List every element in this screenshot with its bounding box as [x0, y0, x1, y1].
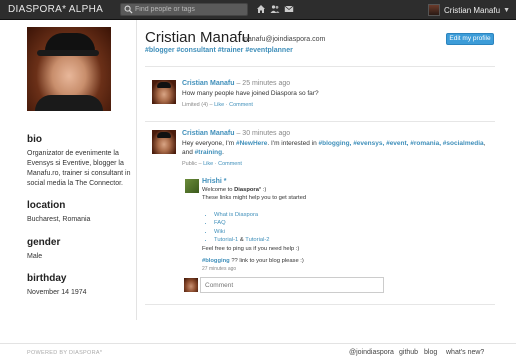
- author-link[interactable]: Cristian Manafu: [182, 80, 235, 87]
- post-text: How many people have joined Diaspora so …: [182, 90, 319, 97]
- list-item[interactable]: FAQ: [214, 219, 270, 227]
- search-icon: [124, 5, 133, 14]
- people-icon[interactable]: [270, 4, 280, 14]
- gender-heading: gender: [27, 237, 61, 248]
- post-author: Cristian Manafu – 25 minutes ago: [182, 80, 290, 87]
- footer: POWERED BY DIASPORA* @joindiaspora githu…: [0, 343, 516, 360]
- divider: [145, 121, 495, 122]
- comment-time[interactable]: 27 minutes ago: [202, 266, 236, 272]
- post-meta: Public – Like · Comment: [182, 161, 242, 167]
- comment-link[interactable]: Comment: [218, 161, 242, 167]
- divider: [145, 304, 495, 305]
- author-link[interactable]: Cristian Manafu: [182, 130, 235, 137]
- tag-link[interactable]: #blogging, #evensys, #event, #romania, #…: [319, 140, 484, 147]
- visibility-label[interactable]: Limited (4): [182, 102, 208, 108]
- tag-link[interactable]: #training: [195, 149, 222, 156]
- comment-blogging: #blogging ?? link to your blog please :): [202, 258, 304, 264]
- comment-text: Welcome to Diaspora* :) These links migh…: [202, 187, 307, 202]
- chevron-down-icon: ▼: [503, 6, 510, 14]
- footer-link-whats-new[interactable]: what's new?: [446, 349, 484, 356]
- search-input[interactable]: [135, 4, 245, 15]
- avatar[interactable]: [152, 130, 176, 154]
- comment-link[interactable]: Comment: [229, 102, 253, 108]
- post-time[interactable]: – 30 minutes ago: [235, 130, 290, 137]
- comment-outro: Feel free to ping us if you need help :): [202, 246, 300, 252]
- birthday-text: November 14 1974: [27, 289, 87, 296]
- profile-photo: [27, 27, 111, 111]
- location-heading: location: [27, 200, 66, 211]
- search-box[interactable]: [120, 3, 248, 16]
- comment-field[interactable]: [200, 277, 384, 293]
- page-title: Cristian Manafu: [145, 29, 251, 46]
- list-item[interactable]: Tutorial-1 & Tutorial-2: [214, 236, 270, 244]
- brand-logo[interactable]: DIASPORA* ALPHA: [8, 4, 103, 15]
- list-item[interactable]: What is Diaspora: [214, 211, 270, 219]
- avatar: [184, 278, 198, 292]
- powered-by[interactable]: POWERED BY DIASPORA*: [27, 350, 102, 356]
- birthday-heading: birthday: [27, 273, 67, 284]
- post-text: Hey everyone, I'm #NewHere. I'm interest…: [182, 140, 486, 156]
- comment-author: Hrishi *: [202, 178, 227, 185]
- profile-tags[interactable]: #blogger #consultant #trainer #eventplan…: [145, 47, 293, 54]
- post-author: Cristian Manafu – 30 minutes ago: [182, 130, 290, 137]
- profile-sidebar: bio Organizator de evenimente la Evensys…: [0, 20, 137, 320]
- mail-icon[interactable]: [284, 4, 294, 14]
- home-icon[interactable]: [256, 4, 266, 14]
- avatar: [428, 4, 441, 16]
- footer-link-blog[interactable]: blog: [424, 349, 437, 356]
- post-meta: Limited (4) – Like · Comment: [182, 102, 253, 108]
- post-time[interactable]: – 25 minutes ago: [235, 80, 290, 87]
- footer-link-joindiaspora[interactable]: @joindiaspora: [349, 349, 394, 356]
- tag-link[interactable]: #NewHere: [236, 140, 267, 147]
- avatar[interactable]: [152, 80, 176, 104]
- bio-text: Organizator de evenimente la Evensys si …: [27, 150, 131, 187]
- visibility-label[interactable]: Public: [182, 161, 197, 167]
- location-text: Bucharest, Romania: [27, 216, 91, 223]
- top-navbar: DIASPORA* ALPHA Cristian Manafu ▼: [0, 0, 516, 20]
- footer-link-github[interactable]: github: [399, 349, 418, 356]
- user-menu[interactable]: Cristian Manafu ▼: [428, 2, 510, 18]
- user-name: Cristian Manafu: [444, 5, 501, 15]
- like-link[interactable]: Like: [214, 102, 224, 108]
- tag-link[interactable]: #blogging: [202, 258, 230, 264]
- avatar[interactable]: [185, 179, 199, 193]
- bio-heading: bio: [27, 134, 42, 145]
- help-links: What is Diaspora FAQ Wiki Tutorial-1 & T…: [214, 211, 270, 244]
- edit-profile-button[interactable]: Edit my profile: [446, 33, 494, 45]
- profile-handle: manafu@joindiaspora.com: [242, 36, 326, 43]
- divider: [145, 66, 495, 67]
- author-link[interactable]: Hrishi *: [202, 178, 227, 185]
- list-item[interactable]: Wiki: [214, 228, 270, 236]
- gender-text: Male: [27, 253, 43, 260]
- like-link[interactable]: Like: [203, 161, 213, 167]
